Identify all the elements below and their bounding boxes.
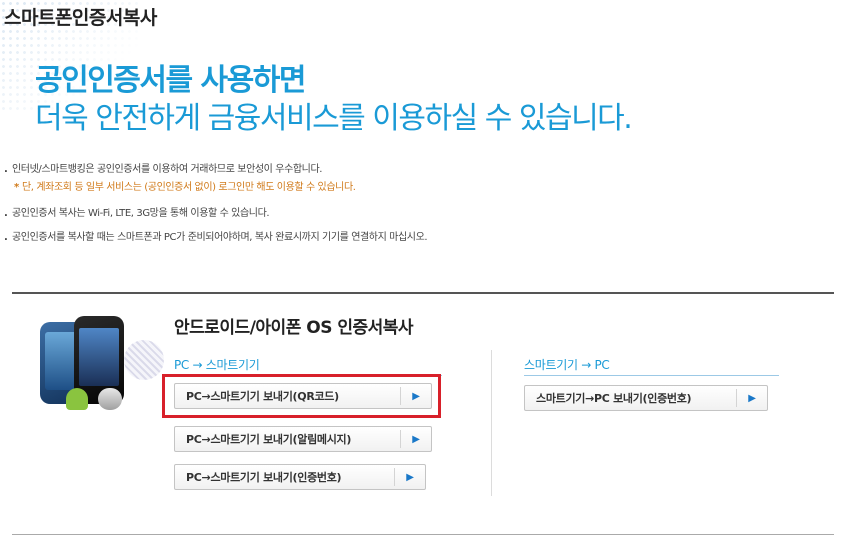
play-arrow-icon: ▶ [748, 392, 756, 404]
smartphones-illustration [40, 316, 164, 416]
notice-item-caution: * 단, 계좌조회 등 일부 서비스는 (공인인증서 없이) 로그인만 해도 이용… [14, 182, 356, 193]
highlight-box [162, 374, 441, 418]
section-divider-bottom [12, 534, 834, 535]
page-title: 스마트폰인증서복사 [4, 7, 157, 29]
hero-subheadline: 더욱 안전하게 금융서비스를 이용하실 수 있습니다. [35, 101, 633, 136]
column-divider [491, 350, 492, 496]
globe-graphic [124, 340, 164, 380]
phone-to-pc-label: 스마트기기 → PC [524, 356, 779, 376]
notice-item: . 인터넷/스마트뱅킹은 공인인증서를 이용하여 거래하므로 보안성이 우수합니다… [4, 164, 323, 175]
pc-to-phone-label: PC → 스마트기기 [174, 356, 442, 376]
android-logo-icon [66, 388, 88, 410]
send-auth-number-button[interactable]: PC→스마트기기 보내기(인증번호) ▶ [174, 464, 426, 490]
section-divider-top [12, 292, 834, 294]
play-arrow-icon: ▶ [406, 471, 414, 483]
send-push-message-button[interactable]: PC→스마트기기 보내기(알림메시지) ▶ [174, 426, 432, 452]
apple-logo-icon [98, 388, 122, 410]
section-title: 안드로이드/아이폰 OS 인증서복사 [174, 318, 414, 338]
phone-to-pc-auth-number-button[interactable]: 스마트기기→PC 보내기(인증번호) ▶ [524, 385, 768, 411]
notice-item: . 공인인증서 복사는 Wi-Fi, LTE, 3G망을 통해 이용할 수 있습니… [4, 208, 270, 219]
play-arrow-icon: ▶ [412, 433, 420, 445]
notice-item: . 공인인증서를 복사할 때는 스마트폰과 PC가 준비되어야하며, 복사 완료시… [4, 232, 428, 243]
